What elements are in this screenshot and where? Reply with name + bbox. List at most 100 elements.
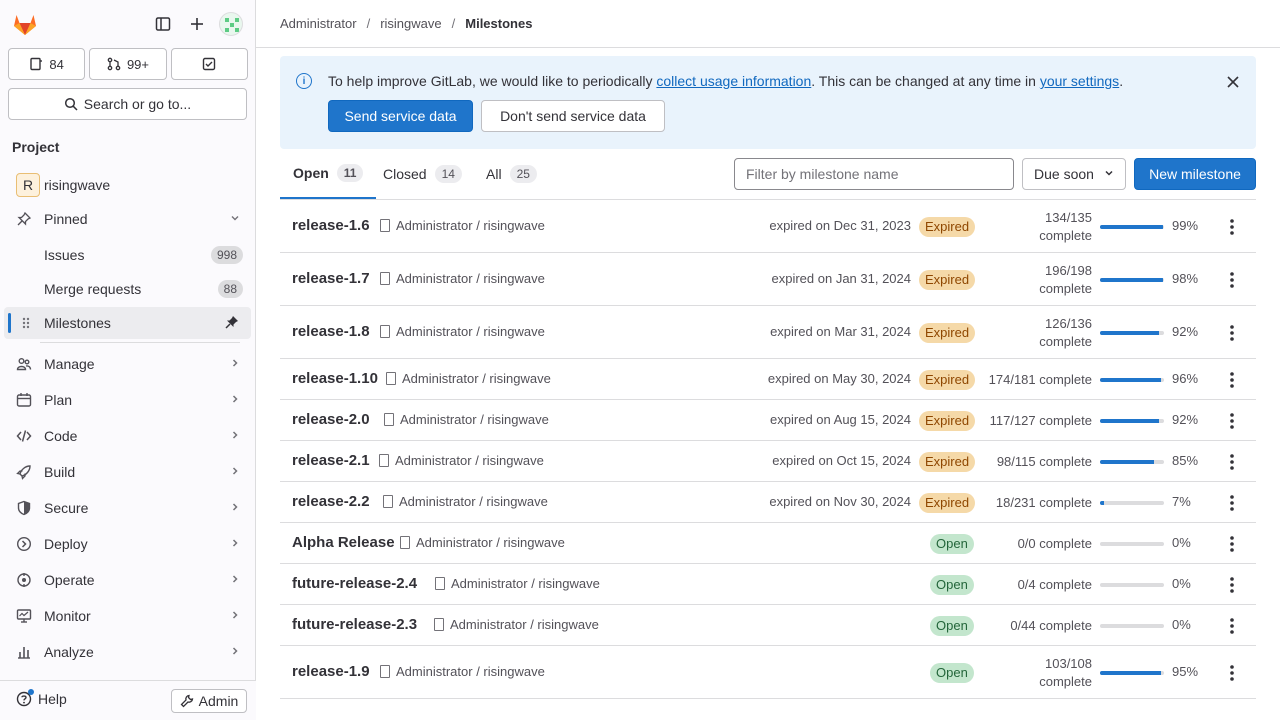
pinned-toggle[interactable]: Pinned: [4, 203, 251, 235]
sidebar-item-build[interactable]: Build: [4, 456, 251, 488]
milestone-project[interactable]: Administrator / risingwave: [380, 218, 545, 233]
sidebar-item-plan[interactable]: Plan: [4, 384, 251, 416]
sidebar-item-code[interactable]: Code: [4, 420, 251, 452]
cloud-icon: [16, 572, 32, 588]
milestone-title[interactable]: release-1.7: [292, 270, 370, 287]
milestone-title[interactable]: release-1.8: [292, 323, 370, 340]
milestone-title[interactable]: release-1.10: [292, 370, 378, 387]
dont-send-service-data-button[interactable]: Don't send service data: [481, 100, 665, 132]
sidebar-item-merge-requests[interactable]: Merge requests 88: [4, 273, 251, 305]
more-actions-icon[interactable]: [1222, 493, 1242, 513]
status-badge: Expired: [919, 269, 976, 290]
more-actions-icon[interactable]: [1222, 217, 1242, 237]
milestone-project-path: Administrator / risingwave: [396, 270, 545, 286]
more-actions-icon[interactable]: [1222, 411, 1242, 431]
milestone-title[interactable]: release-2.2: [292, 493, 370, 510]
admin-button[interactable]: Admin: [171, 689, 247, 713]
milestone-title[interactable]: release-2.0: [292, 411, 370, 428]
milestone-project[interactable]: Administrator / risingwave: [380, 271, 545, 286]
breadcrumb-separator: /: [366, 16, 371, 31]
sidebar-item-milestones[interactable]: Milestones: [4, 307, 251, 339]
milestone-row: release-1.8 Administrator / risingwave exp…: [280, 306, 1256, 359]
tab-count: 11: [336, 164, 364, 182]
deploy-icon: [16, 536, 32, 552]
more-actions-icon[interactable]: [1222, 270, 1242, 290]
project-icon: [379, 453, 389, 467]
send-service-data-button[interactable]: Send service data: [328, 100, 473, 132]
search-button[interactable]: Search or go to...: [8, 88, 247, 120]
sidebar-item-label: Operate: [44, 572, 95, 588]
user-avatar[interactable]: [219, 12, 243, 36]
more-actions-icon[interactable]: [1222, 575, 1242, 595]
milestone-project[interactable]: Administrator / risingwave: [384, 412, 549, 427]
create-new-icon[interactable]: [185, 12, 209, 36]
milestone-project[interactable]: Administrator / risingwave: [379, 453, 544, 468]
milestone-project[interactable]: Administrator / risingwave: [434, 617, 599, 632]
new-milestone-button[interactable]: New milestone: [1134, 158, 1256, 190]
sidebar-item-label: Code: [44, 428, 78, 444]
milestone-project[interactable]: Administrator / risingwave: [400, 535, 565, 550]
unpin-icon[interactable]: [225, 315, 239, 332]
drag-handle-icon[interactable]: [18, 315, 34, 331]
progress-bar: [1100, 224, 1164, 229]
sidebar-item-issues[interactable]: Issues 998: [4, 239, 251, 271]
tab-open[interactable]: Open 11: [280, 149, 377, 199]
todos-button[interactable]: [170, 48, 248, 80]
milestone-project[interactable]: Administrator / risingwave: [435, 576, 600, 591]
milestone-project[interactable]: Administrator / risingwave: [386, 371, 551, 386]
milestone-title[interactable]: future-release-2.3: [292, 616, 417, 633]
milestone-completion: 18/231 complete: [995, 494, 1092, 510]
milestone-title[interactable]: Alpha Release: [292, 534, 395, 551]
gitlab-logo-icon[interactable]: [12, 11, 38, 37]
progress-percent: 92%: [1172, 411, 1199, 427]
breadcrumb-current[interactable]: Milestones: [465, 16, 532, 31]
more-actions-icon[interactable]: [1222, 616, 1242, 636]
milestone-title[interactable]: release-1.9: [292, 663, 370, 680]
sidebar-item-deploy[interactable]: Deploy: [4, 528, 251, 560]
settings-link[interactable]: your settings: [1040, 73, 1119, 89]
milestone-row: release-2.1 Administrator / risingwave exp…: [280, 441, 1256, 482]
sidebar: 84 99+ Search or go to... Project R risi…: [0, 0, 256, 720]
sidebar-item-manage[interactable]: Manage: [4, 348, 251, 380]
more-actions-icon[interactable]: [1222, 323, 1242, 343]
sidebar-item-label: Secure: [44, 500, 89, 516]
sidebar-item-secure[interactable]: Secure: [4, 492, 251, 524]
milestone-title[interactable]: release-2.1: [292, 452, 370, 469]
more-actions-icon[interactable]: [1222, 663, 1242, 683]
milestone-project[interactable]: Administrator / risingwave: [380, 664, 545, 679]
more-actions-icon[interactable]: [1222, 534, 1242, 554]
more-actions-icon[interactable]: [1222, 370, 1242, 390]
filter-milestone-input[interactable]: [734, 158, 1014, 190]
more-actions-icon[interactable]: [1222, 452, 1242, 472]
milestone-row: Alpha Release Administrator / risingwave O…: [280, 523, 1256, 564]
sort-dropdown[interactable]: Due soon: [1022, 158, 1126, 190]
help-button[interactable]: Help: [16, 689, 67, 707]
users-icon: [16, 356, 32, 372]
milestone-due-date: expired on Jan 31, 2024: [771, 270, 912, 286]
progress-bar: [1100, 330, 1164, 335]
sidebar-item-monitor[interactable]: Monitor: [4, 600, 251, 632]
sidebar-item-operate[interactable]: Operate: [4, 564, 251, 596]
close-icon[interactable]: [1226, 70, 1240, 94]
usage-data-banner: i To help improve GitLab, we would like …: [280, 56, 1256, 149]
breadcrumb-item[interactable]: risingwave: [380, 16, 441, 31]
shield-icon: [16, 500, 32, 516]
sidebar-toggle-icon[interactable]: [151, 12, 175, 36]
milestone-project[interactable]: Administrator / risingwave: [383, 494, 548, 509]
issues-count-badge: 998: [210, 246, 243, 264]
milestone-due-date: expired on Aug 15, 2024: [770, 411, 911, 427]
milestone-title[interactable]: release-1.6: [292, 217, 370, 234]
breadcrumb-item[interactable]: Administrator: [280, 16, 357, 31]
tab-closed[interactable]: Closed 14: [383, 149, 462, 199]
help-label: Help: [38, 691, 67, 707]
project-link[interactable]: R risingwave: [4, 169, 251, 201]
issues-count-button[interactable]: 84: [8, 48, 86, 80]
tab-all[interactable]: All 25: [486, 149, 537, 199]
project-icon: [383, 494, 393, 508]
milestone-project[interactable]: Administrator / risingwave: [380, 324, 545, 339]
collect-usage-link[interactable]: collect usage information: [656, 73, 811, 89]
sidebar-item-analyze[interactable]: Analyze: [4, 636, 251, 668]
sidebar-item-label: Milestones: [44, 315, 111, 331]
milestone-title[interactable]: future-release-2.4: [292, 575, 417, 592]
merge-requests-count-button[interactable]: 99+: [89, 48, 167, 80]
